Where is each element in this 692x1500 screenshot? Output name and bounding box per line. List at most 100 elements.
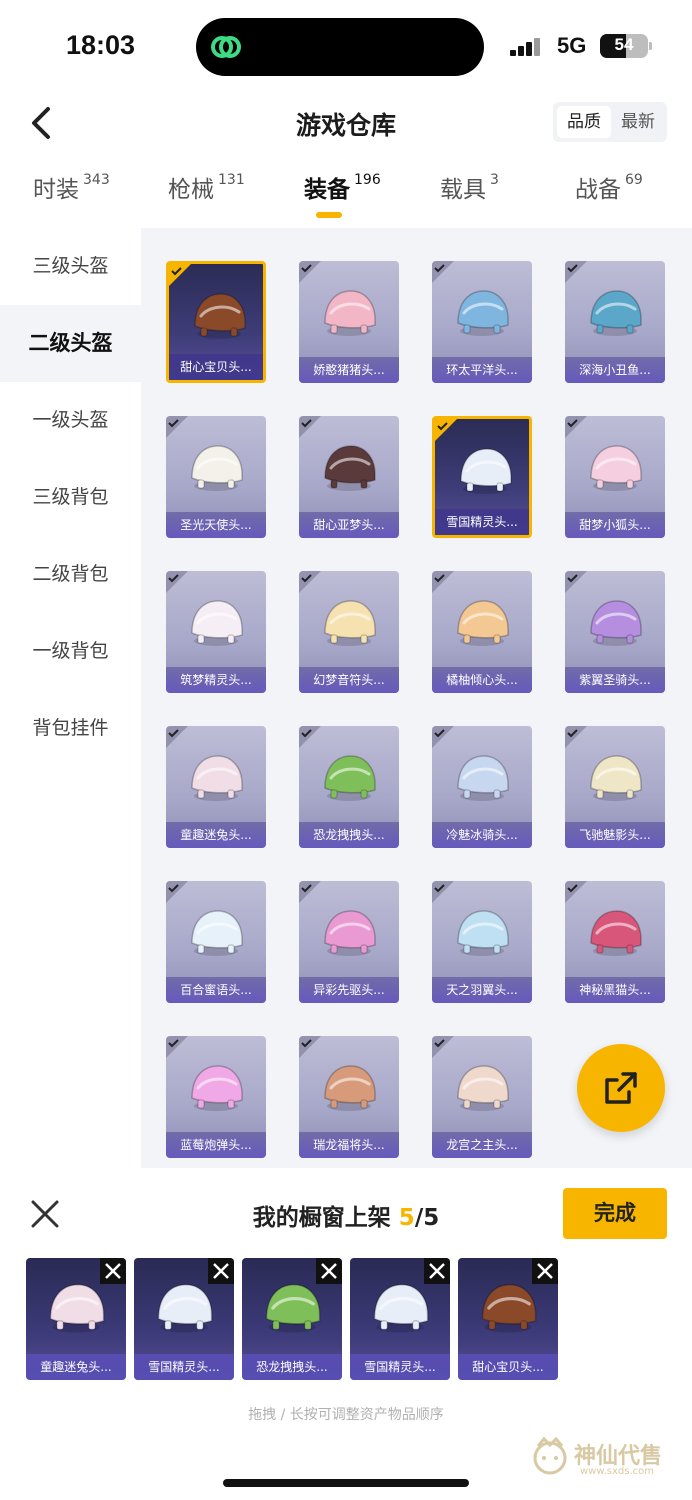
showcase-item[interactable]: 雪国精灵头... [350, 1258, 450, 1380]
helmet-image [450, 903, 514, 961]
tab-equipment[interactable]: 装备 196 [304, 170, 381, 204]
remove-icon[interactable] [532, 1258, 558, 1284]
item-name: 筑梦精灵头... [166, 667, 266, 693]
link-icon [211, 36, 241, 58]
sidebar-item-backpack-lv3[interactable]: 三级背包 [0, 459, 141, 536]
home-indicator[interactable] [223, 1479, 469, 1487]
item-card[interactable]: 龙宫之主头... [432, 1036, 532, 1158]
remove-icon[interactable] [424, 1258, 450, 1284]
tab-label: 时装 [33, 177, 79, 203]
showcase-item[interactable]: 童趣迷兔头... [26, 1258, 126, 1380]
item-name: 紫翼圣骑头... [565, 667, 665, 693]
sidebar-item-helmet-lv1[interactable]: 一级头盔 [0, 382, 141, 459]
item-card[interactable]: 紫翼圣骑头... [565, 571, 665, 693]
item-card[interactable]: 百合蜜语头... [166, 881, 266, 1003]
tab-count: 131 [218, 172, 245, 188]
item-name: 冷魅冰骑头... [432, 822, 532, 848]
tab-count: 69 [625, 172, 643, 188]
showcase-item-name: 恐龙拽拽头... [242, 1354, 342, 1380]
tab-label: 战备 [575, 177, 621, 203]
showcase-item[interactable]: 恐龙拽拽头... [242, 1258, 342, 1380]
tab-supplies[interactable]: 战备 69 [575, 170, 643, 204]
item-card[interactable]: 甜心宝贝头... [166, 261, 266, 383]
item-card[interactable]: 环太平洋头... [432, 261, 532, 383]
helmet-image [317, 903, 381, 961]
item-card[interactable]: 娇憨猪猪头... [299, 261, 399, 383]
item-card[interactable]: 橘柚倾心头... [432, 571, 532, 693]
item-card[interactable]: 飞驰魅影头... [565, 726, 665, 848]
showcase-count: 5 [398, 1205, 415, 1231]
helmet-image [583, 903, 647, 961]
helmet-image [317, 1058, 381, 1116]
watermark-url: www.sxds.com [580, 1466, 655, 1477]
item-card[interactable]: 雪国精灵头... [432, 416, 532, 538]
check-icon [166, 571, 188, 593]
sort-toggle: 品质 最新 [553, 102, 667, 142]
item-name: 环太平洋头... [432, 357, 532, 383]
item-name: 瑞龙福将头... [299, 1132, 399, 1158]
item-card[interactable]: 神秘黑猫头... [565, 881, 665, 1003]
done-button[interactable]: 完成 [563, 1188, 667, 1239]
sidebar-item-backpack-lv2[interactable]: 二级背包 [0, 536, 141, 613]
category-tabs: 时装 343 枪械 131 装备 196 载具 3 战备 69 [0, 170, 692, 222]
dynamic-island [196, 18, 484, 76]
item-card[interactable]: 恐龙拽拽头... [299, 726, 399, 848]
battery-level: 54 [614, 35, 634, 54]
helmet-image [184, 748, 248, 806]
sidebar-item-helmet-lv3[interactable]: 三级头盔 [0, 228, 141, 305]
helmet-image [450, 1058, 514, 1116]
helmet-image [184, 1058, 248, 1116]
item-card[interactable]: 蓝莓炮弹头... [166, 1036, 266, 1158]
item-card[interactable]: 甜梦小狐头... [565, 416, 665, 538]
check-icon [565, 571, 587, 593]
showcase-item-name: 童趣迷兔头... [26, 1354, 126, 1380]
item-card[interactable]: 冷魅冰骑头... [432, 726, 532, 848]
item-card[interactable]: 深海小丑鱼... [565, 261, 665, 383]
tab-guns[interactable]: 枪械 131 [168, 170, 245, 204]
item-card[interactable]: 圣光天使头... [166, 416, 266, 538]
sort-quality-button[interactable]: 品质 [557, 106, 611, 138]
helmet-image [450, 748, 514, 806]
showcase-item[interactable]: 甜心宝贝头... [458, 1258, 558, 1380]
item-card[interactable]: 幻梦音符头... [299, 571, 399, 693]
item-name: 童趣迷兔头... [166, 822, 266, 848]
item-name: 百合蜜语头... [166, 977, 266, 1003]
item-card[interactable]: 童趣迷兔头... [166, 726, 266, 848]
item-name: 异彩先驱头... [299, 977, 399, 1003]
share-button[interactable] [577, 1044, 665, 1132]
reorder-hint: 拖拽 / 长按可调整资产物品顺序 [248, 1407, 444, 1423]
helmet-image [317, 438, 381, 496]
helmet-image [583, 748, 647, 806]
item-card[interactable]: 异彩先驱头... [299, 881, 399, 1003]
showcase-item-name: 雪国精灵头... [134, 1354, 234, 1380]
remove-icon[interactable] [316, 1258, 342, 1284]
mascot-logo-icon [533, 1436, 567, 1475]
check-icon [299, 726, 321, 748]
sidebar-item-backpack-lv1[interactable]: 一级背包 [0, 613, 141, 690]
sidebar-item-helmet-lv2[interactable]: 二级头盔 [0, 305, 141, 382]
tab-fashion[interactable]: 时装 343 [33, 170, 110, 204]
item-card[interactable]: 甜心亚梦头... [299, 416, 399, 538]
helmet-image [317, 748, 381, 806]
share-icon [605, 1072, 637, 1104]
showcase-item-name: 雪国精灵头... [350, 1354, 450, 1380]
item-card[interactable]: 瑞龙福将头... [299, 1036, 399, 1158]
helmet-image [184, 903, 248, 961]
showcase-item[interactable]: 雪国精灵头... [134, 1258, 234, 1380]
item-card[interactable]: 筑梦精灵头... [166, 571, 266, 693]
check-icon [166, 881, 188, 903]
sidebar-item-backpack-charm[interactable]: 背包挂件 [0, 690, 141, 767]
check-icon [166, 416, 188, 438]
tab-label: 载具 [440, 177, 486, 203]
item-name: 神秘黑猫头... [565, 977, 665, 1003]
watermark: 神仙代售 www.sxds.com [530, 1436, 680, 1480]
sort-newest-button[interactable]: 最新 [611, 106, 665, 138]
item-card[interactable]: 天之羽翼头... [432, 881, 532, 1003]
check-icon [299, 571, 321, 593]
item-name: 橘柚倾心头... [432, 667, 532, 693]
remove-icon[interactable] [208, 1258, 234, 1284]
battery-tip [649, 42, 652, 50]
tab-vehicles[interactable]: 载具 3 [440, 170, 499, 204]
check-icon [299, 881, 321, 903]
remove-icon[interactable] [100, 1258, 126, 1284]
